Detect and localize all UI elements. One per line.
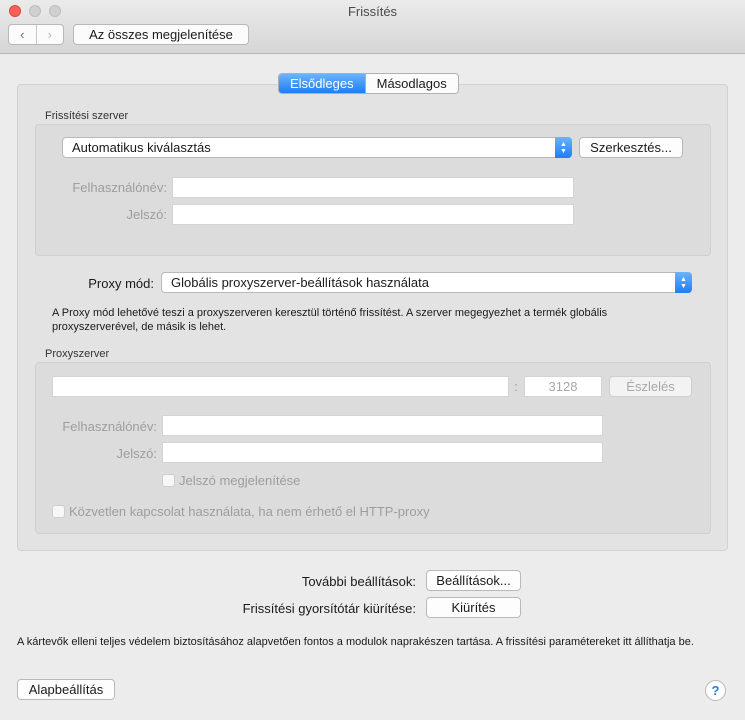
chevron-left-icon: ‹ <box>20 27 25 42</box>
proxy-port-field[interactable]: 3128 <box>524 376 602 397</box>
popup-stepper-icon: ▲ ▼ <box>555 137 572 158</box>
window-title: Frissítés <box>347 4 398 19</box>
clear-cache-label: Frissítési gyorsítótár kiürítése: <box>242 601 416 616</box>
update-server-group-label: Frissítési szerver <box>45 110 129 122</box>
show-password-label: Jelszó megjelenítése <box>179 473 301 488</box>
proxy-username-field[interactable] <box>162 415 603 436</box>
port-separator: : <box>514 379 518 394</box>
checkbox-box <box>52 505 65 518</box>
tab-primary[interactable]: Elsődleges <box>279 74 365 93</box>
show-all-button[interactable]: Az összes megjelenítése <box>73 24 249 45</box>
server-username-label: Felhasználónév: <box>72 180 167 195</box>
forward-button[interactable]: › <box>35 25 64 44</box>
proxy-username-label: Felhasználónév: <box>62 419 157 434</box>
help-button[interactable]: ? <box>705 680 726 701</box>
proxy-host-field[interactable] <box>52 376 509 397</box>
direct-connection-checkbox[interactable]: Közvetlen kapcsolat használata, ha nem é… <box>52 504 430 519</box>
proxy-password-label: Jelszó: <box>116 446 157 461</box>
clear-cache-button[interactable]: Kiürítés <box>426 597 521 618</box>
tab-bar: Elsődleges Másodlagos <box>278 73 459 94</box>
update-server-popup[interactable]: Automatikus kiválasztás ▲ ▼ <box>62 137 572 158</box>
server-password-label: Jelszó: <box>126 207 167 222</box>
more-settings-button[interactable]: Beállítások... <box>426 570 521 591</box>
back-button[interactable]: ‹ <box>9 25 36 44</box>
direct-connection-label: Közvetlen kapcsolat használata, ha nem é… <box>69 504 430 519</box>
show-password-checkbox[interactable]: Jelszó megjelenítése <box>162 473 300 488</box>
proxy-mode-label: Proxy mód: <box>88 276 154 291</box>
footer-description: A kártevők elleni teljes védelem biztosí… <box>17 636 694 648</box>
navigation-buttons: ‹ › <box>8 24 64 45</box>
question-mark-icon: ? <box>711 683 720 698</box>
detect-proxy-button[interactable]: Észlelés <box>609 376 692 397</box>
server-password-field[interactable] <box>172 204 574 225</box>
proxy-password-field[interactable] <box>162 442 603 463</box>
popup-stepper-icon: ▲ ▼ <box>675 272 692 293</box>
tab-secondary[interactable]: Másodlagos <box>364 74 458 93</box>
preferences-window: Frissítés ‹ › Az összes megjelenítése El… <box>0 0 745 720</box>
update-server-value: Automatikus kiválasztás <box>72 140 211 155</box>
default-settings-button[interactable]: Alapbeállítás <box>17 679 115 700</box>
checkbox-box <box>162 474 175 487</box>
edit-server-button[interactable]: Szerkesztés... <box>579 137 683 158</box>
proxy-mode-description: A Proxy mód lehetővé teszi a proxyszerve… <box>52 307 608 333</box>
proxy-mode-value: Globális proxyszerver-beállítások haszná… <box>171 275 429 290</box>
chevron-right-icon: › <box>47 27 52 42</box>
proxy-server-group-label: Proxyszerver <box>45 348 110 360</box>
more-settings-label: További beállítások: <box>301 574 416 589</box>
title-bar: Frissítés ‹ › Az összes megjelenítése <box>0 0 745 54</box>
proxy-mode-popup[interactable]: Globális proxyszerver-beállítások haszná… <box>161 272 692 293</box>
server-username-field[interactable] <box>172 177 574 198</box>
